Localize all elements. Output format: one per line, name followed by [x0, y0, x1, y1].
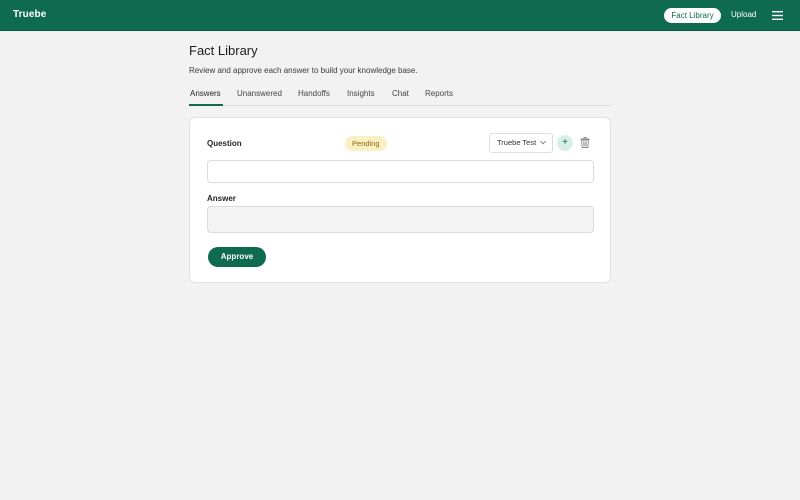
- top-navbar: Truebe Fact Library Upload: [0, 0, 800, 31]
- tab-chat[interactable]: Chat: [392, 89, 409, 98]
- add-button[interactable]: +: [557, 135, 573, 151]
- workspace-select[interactable]: Truebe Test: [489, 133, 553, 153]
- brand-logo[interactable]: Truebe: [13, 9, 46, 20]
- tab-unanswered[interactable]: Unanswered: [237, 89, 282, 98]
- status-badge: Pending: [345, 136, 387, 151]
- nav-upload[interactable]: Upload: [731, 10, 756, 19]
- question-label: Question: [207, 139, 242, 148]
- question-input[interactable]: [207, 160, 594, 183]
- tab-bar: Answers Unanswered Handoffs Insights Cha…: [189, 84, 611, 106]
- answer-input[interactable]: [207, 206, 594, 233]
- page-subtitle: Review and approve each answer to build …: [189, 66, 418, 75]
- approve-button[interactable]: Approve: [208, 247, 266, 267]
- active-tab-indicator: [189, 104, 223, 106]
- tab-handoffs[interactable]: Handoffs: [298, 89, 330, 98]
- tab-answers[interactable]: Answers: [190, 89, 221, 98]
- trash-icon[interactable]: [580, 137, 590, 148]
- fact-card: Question Pending Truebe Test + Answer Ap…: [189, 117, 611, 283]
- answer-label: Answer: [207, 194, 236, 203]
- page-title: Fact Library: [189, 43, 258, 58]
- plus-icon: +: [562, 137, 568, 148]
- workspace-select-value: Truebe Test: [497, 138, 537, 147]
- tab-insights[interactable]: Insights: [347, 89, 375, 98]
- chevron-down-icon: [540, 140, 546, 145]
- nav-fact-library[interactable]: Fact Library: [664, 8, 721, 23]
- hamburger-menu-icon[interactable]: [772, 11, 783, 20]
- tab-reports[interactable]: Reports: [425, 89, 453, 98]
